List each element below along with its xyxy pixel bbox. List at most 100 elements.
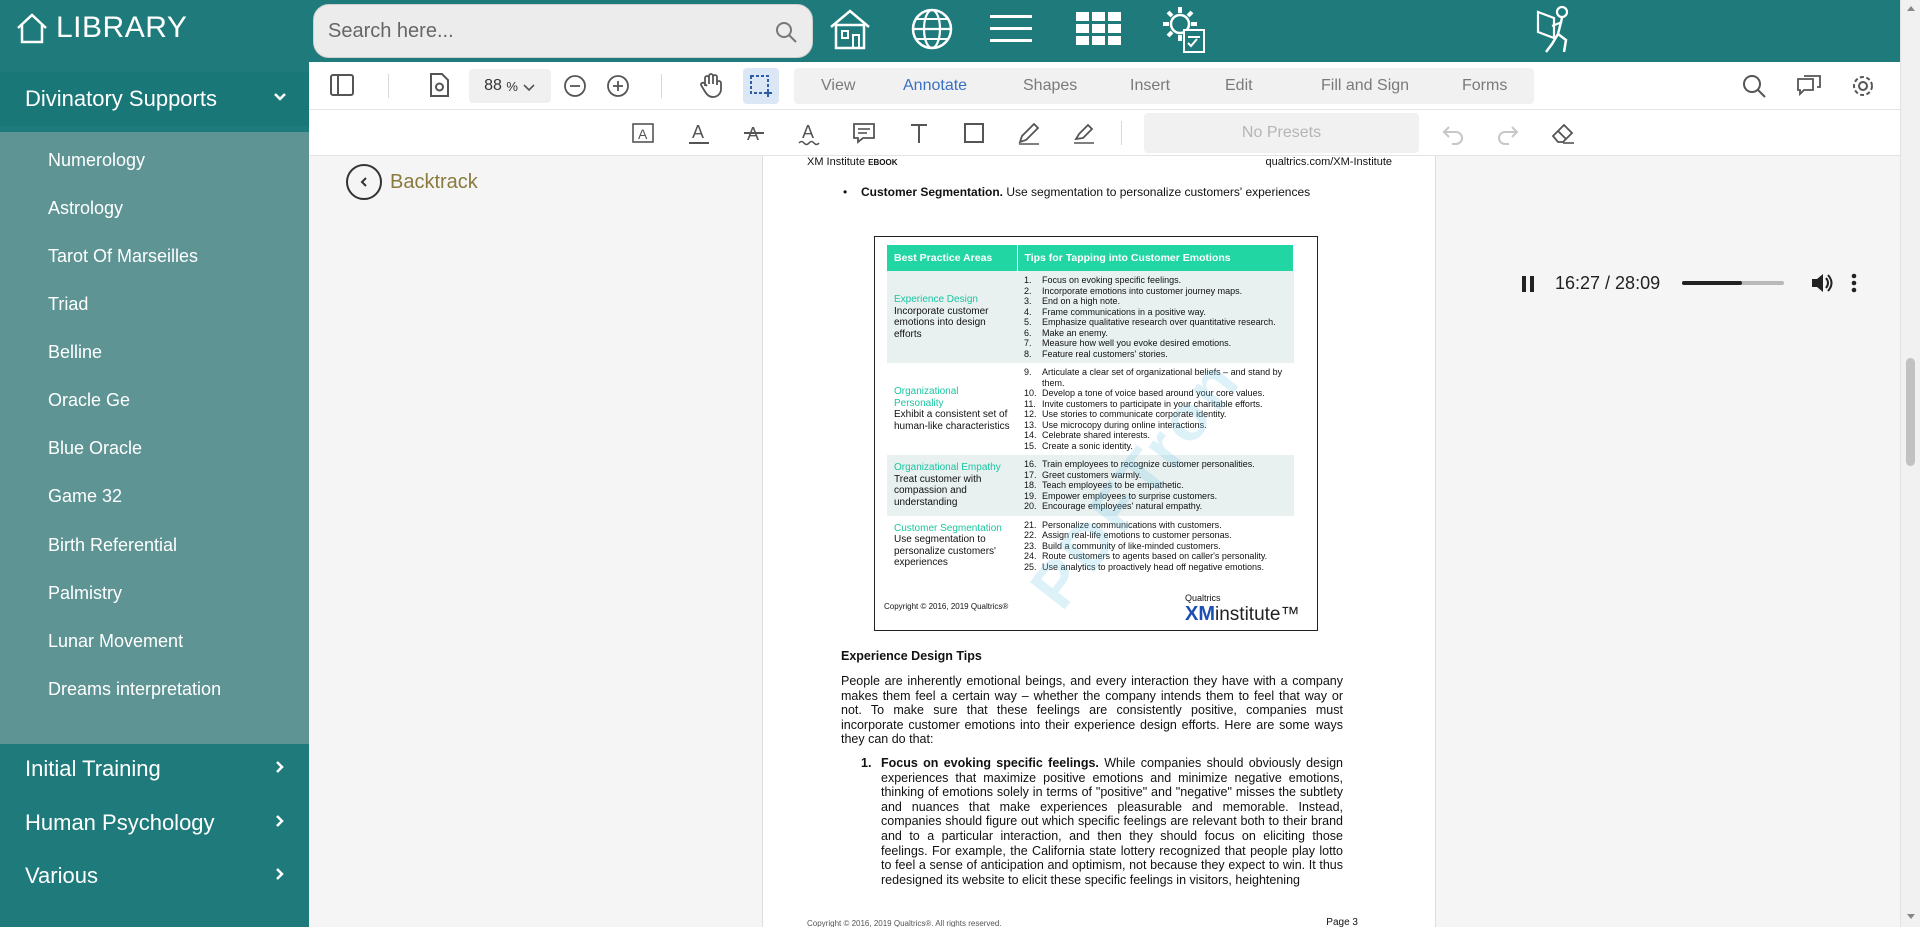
sidebar-item-lunar-movement[interactable]: Lunar Movement bbox=[48, 631, 183, 652]
tab-forms[interactable]: Forms bbox=[1462, 77, 1507, 95]
sidebar-section-human-psychology[interactable]: Human Psychology bbox=[0, 796, 309, 850]
table-row: Experience Design Incorporate customer em… bbox=[887, 271, 1294, 363]
strikeout-icon[interactable]: A bbox=[741, 120, 767, 146]
table-header-tips: Tips for Tapping into Customer Emotions bbox=[1017, 245, 1294, 271]
volume-icon[interactable] bbox=[1810, 272, 1834, 294]
tab-edit[interactable]: Edit bbox=[1225, 77, 1253, 95]
tip-item: 1. Focus on evoking specific feelings. bbox=[1024, 275, 1182, 285]
highlighter-icon[interactable] bbox=[1071, 120, 1097, 146]
sidebar-section-divinatory-supports[interactable]: Divinatory Supports bbox=[0, 72, 309, 126]
sidebar-item-game-32[interactable]: Game 32 bbox=[48, 486, 122, 507]
tab-fill-and-sign[interactable]: Fill and Sign bbox=[1321, 77, 1409, 95]
area-title: Experience Design bbox=[894, 294, 978, 305]
chevron-right-icon bbox=[276, 761, 284, 773]
page-scrollbar[interactable] bbox=[1900, 0, 1920, 927]
more-options-icon[interactable] bbox=[1850, 272, 1858, 294]
sidebar-section-various[interactable]: Various bbox=[0, 849, 309, 903]
bullet-title: Customer Segmentation. bbox=[861, 185, 1004, 199]
page-settings-icon[interactable] bbox=[427, 72, 451, 98]
zoom-select[interactable]: 88 % bbox=[469, 69, 551, 103]
backtrack-label: Backtrack bbox=[390, 170, 478, 193]
pause-icon[interactable] bbox=[1520, 275, 1536, 293]
sidebar: Divinatory Supports Numerology Astrology… bbox=[0, 62, 309, 927]
tab-shapes[interactable]: Shapes bbox=[1023, 77, 1077, 95]
undo-icon[interactable] bbox=[1440, 120, 1466, 146]
settings-gear-icon[interactable] bbox=[1850, 73, 1876, 99]
redo-icon[interactable] bbox=[1495, 120, 1521, 146]
sidebar-item-birth-referential[interactable]: Birth Referential bbox=[48, 535, 177, 556]
tab-view[interactable]: View bbox=[821, 77, 855, 95]
region-select-icon bbox=[750, 75, 772, 97]
tip-item: 6. Make an enemy. bbox=[1024, 327, 1108, 338]
scroll-down-icon[interactable] bbox=[1906, 913, 1916, 921]
section-label: Human Psychology bbox=[25, 810, 215, 835]
grid-icon[interactable] bbox=[1075, 6, 1123, 52]
xm-institute-logo: XMinstitute™ bbox=[1185, 603, 1299, 626]
select-region-tool[interactable] bbox=[743, 68, 779, 104]
zoom-in-icon[interactable] bbox=[605, 73, 631, 99]
sidebar-item-belline[interactable]: Belline bbox=[48, 342, 102, 363]
eraser-icon[interactable] bbox=[1550, 120, 1576, 146]
list-item-title: Focus on evoking specific feelings. bbox=[881, 756, 1099, 770]
settings-checklist-icon[interactable] bbox=[1160, 6, 1208, 53]
sidebar-item-astrology[interactable]: Astrology bbox=[48, 198, 123, 219]
zoom-out-icon[interactable] bbox=[562, 73, 588, 99]
pdf-page: XM Institute EBOOK qualtrics.com/XM-Inst… bbox=[762, 156, 1436, 927]
list-item-paragraph: Focus on evoking specific feelings. Whil… bbox=[881, 756, 1343, 887]
sidebar-item-dreams[interactable]: Dreams interpretation bbox=[48, 679, 221, 700]
tip-item: 4. Frame communications in a positive way… bbox=[1024, 306, 1206, 317]
scroll-up-icon[interactable] bbox=[1906, 4, 1916, 12]
presets-dropdown[interactable]: No Presets bbox=[1144, 113, 1419, 153]
toggle-panel-icon[interactable] bbox=[329, 72, 355, 98]
chevron-right-icon bbox=[276, 815, 284, 827]
search-icon[interactable] bbox=[774, 20, 798, 44]
area-desc: Use segmentation to personalize customer… bbox=[894, 534, 996, 569]
bullet-customer-segmentation: Customer Segmentation. Use segmentation … bbox=[843, 185, 1333, 199]
bullet-text: Use segmentation to personalize customer… bbox=[1003, 185, 1311, 199]
scrollbar-thumb[interactable] bbox=[1906, 358, 1915, 466]
header-left-small: EBOOK bbox=[868, 158, 898, 167]
page-header-left: XM Institute EBOOK bbox=[807, 156, 897, 168]
squiggly-icon[interactable]: A bbox=[796, 120, 822, 146]
pan-hand-icon[interactable] bbox=[697, 71, 725, 99]
text-style-icon[interactable]: A bbox=[630, 120, 656, 146]
tab-annotate[interactable]: Annotate bbox=[903, 77, 967, 95]
sidebar-item-tarot[interactable]: Tarot Of Marseilles bbox=[48, 246, 198, 267]
rectangle-icon[interactable] bbox=[961, 120, 987, 146]
tip-item: 8. Feature real customers' stories. bbox=[1024, 348, 1168, 359]
user-reading-icon[interactable] bbox=[1530, 5, 1578, 53]
sidebar-item-oracle-ge[interactable]: Oracle Ge bbox=[48, 390, 130, 411]
tip-item: 3. End on a high note. bbox=[1024, 296, 1121, 306]
sidebar-item-blue-oracle[interactable]: Blue Oracle bbox=[48, 438, 142, 459]
comments-icon[interactable] bbox=[1796, 73, 1822, 99]
free-text-icon[interactable] bbox=[906, 120, 932, 146]
tab-insert[interactable]: Insert bbox=[1130, 77, 1170, 95]
underline-icon[interactable]: A bbox=[686, 120, 712, 146]
top-bar: LIBRARY bbox=[0, 0, 1900, 62]
house-icon[interactable] bbox=[826, 6, 874, 52]
sidebar-item-palmistry[interactable]: Palmistry bbox=[48, 583, 122, 604]
sidebar-section-initial-training[interactable]: Initial Training bbox=[0, 742, 309, 796]
globe-icon[interactable] bbox=[908, 6, 956, 52]
library-logo[interactable]: LIBRARY bbox=[14, 6, 187, 50]
divider bbox=[661, 74, 662, 98]
playback-time: 16:27 / 28:09 bbox=[1555, 273, 1661, 293]
search-icon[interactable] bbox=[1741, 73, 1767, 99]
sidebar-item-numerology[interactable]: Numerology bbox=[48, 150, 145, 171]
seek-bar[interactable] bbox=[1682, 281, 1784, 285]
page-footer-right: Page 3 bbox=[1326, 917, 1358, 927]
area-desc: Treat customer with compassion and under… bbox=[894, 473, 982, 508]
figure-copyright: Copyright © 2016, 2019 Qualtrics® bbox=[884, 602, 1009, 611]
hamburger-menu-icon[interactable] bbox=[987, 6, 1035, 52]
backtrack-button[interactable]: Backtrack bbox=[346, 164, 478, 200]
brand-institute: institute™ bbox=[1215, 604, 1300, 625]
sidebar-item-triad[interactable]: Triad bbox=[48, 294, 88, 315]
pen-icon[interactable] bbox=[1016, 120, 1042, 146]
search-input[interactable] bbox=[314, 5, 744, 57]
viewer-toolbar: 88 % View Annotate Shapes Insert Edit Fi… bbox=[309, 62, 1900, 110]
tip-item: 5. Emphasize qualitative research over qu… bbox=[1024, 317, 1276, 327]
body-paragraph: People are inherently emotional beings, … bbox=[841, 674, 1343, 747]
chevron-down-icon bbox=[274, 93, 286, 101]
comment-note-icon[interactable] bbox=[851, 120, 877, 146]
chevron-down-icon bbox=[523, 84, 535, 92]
